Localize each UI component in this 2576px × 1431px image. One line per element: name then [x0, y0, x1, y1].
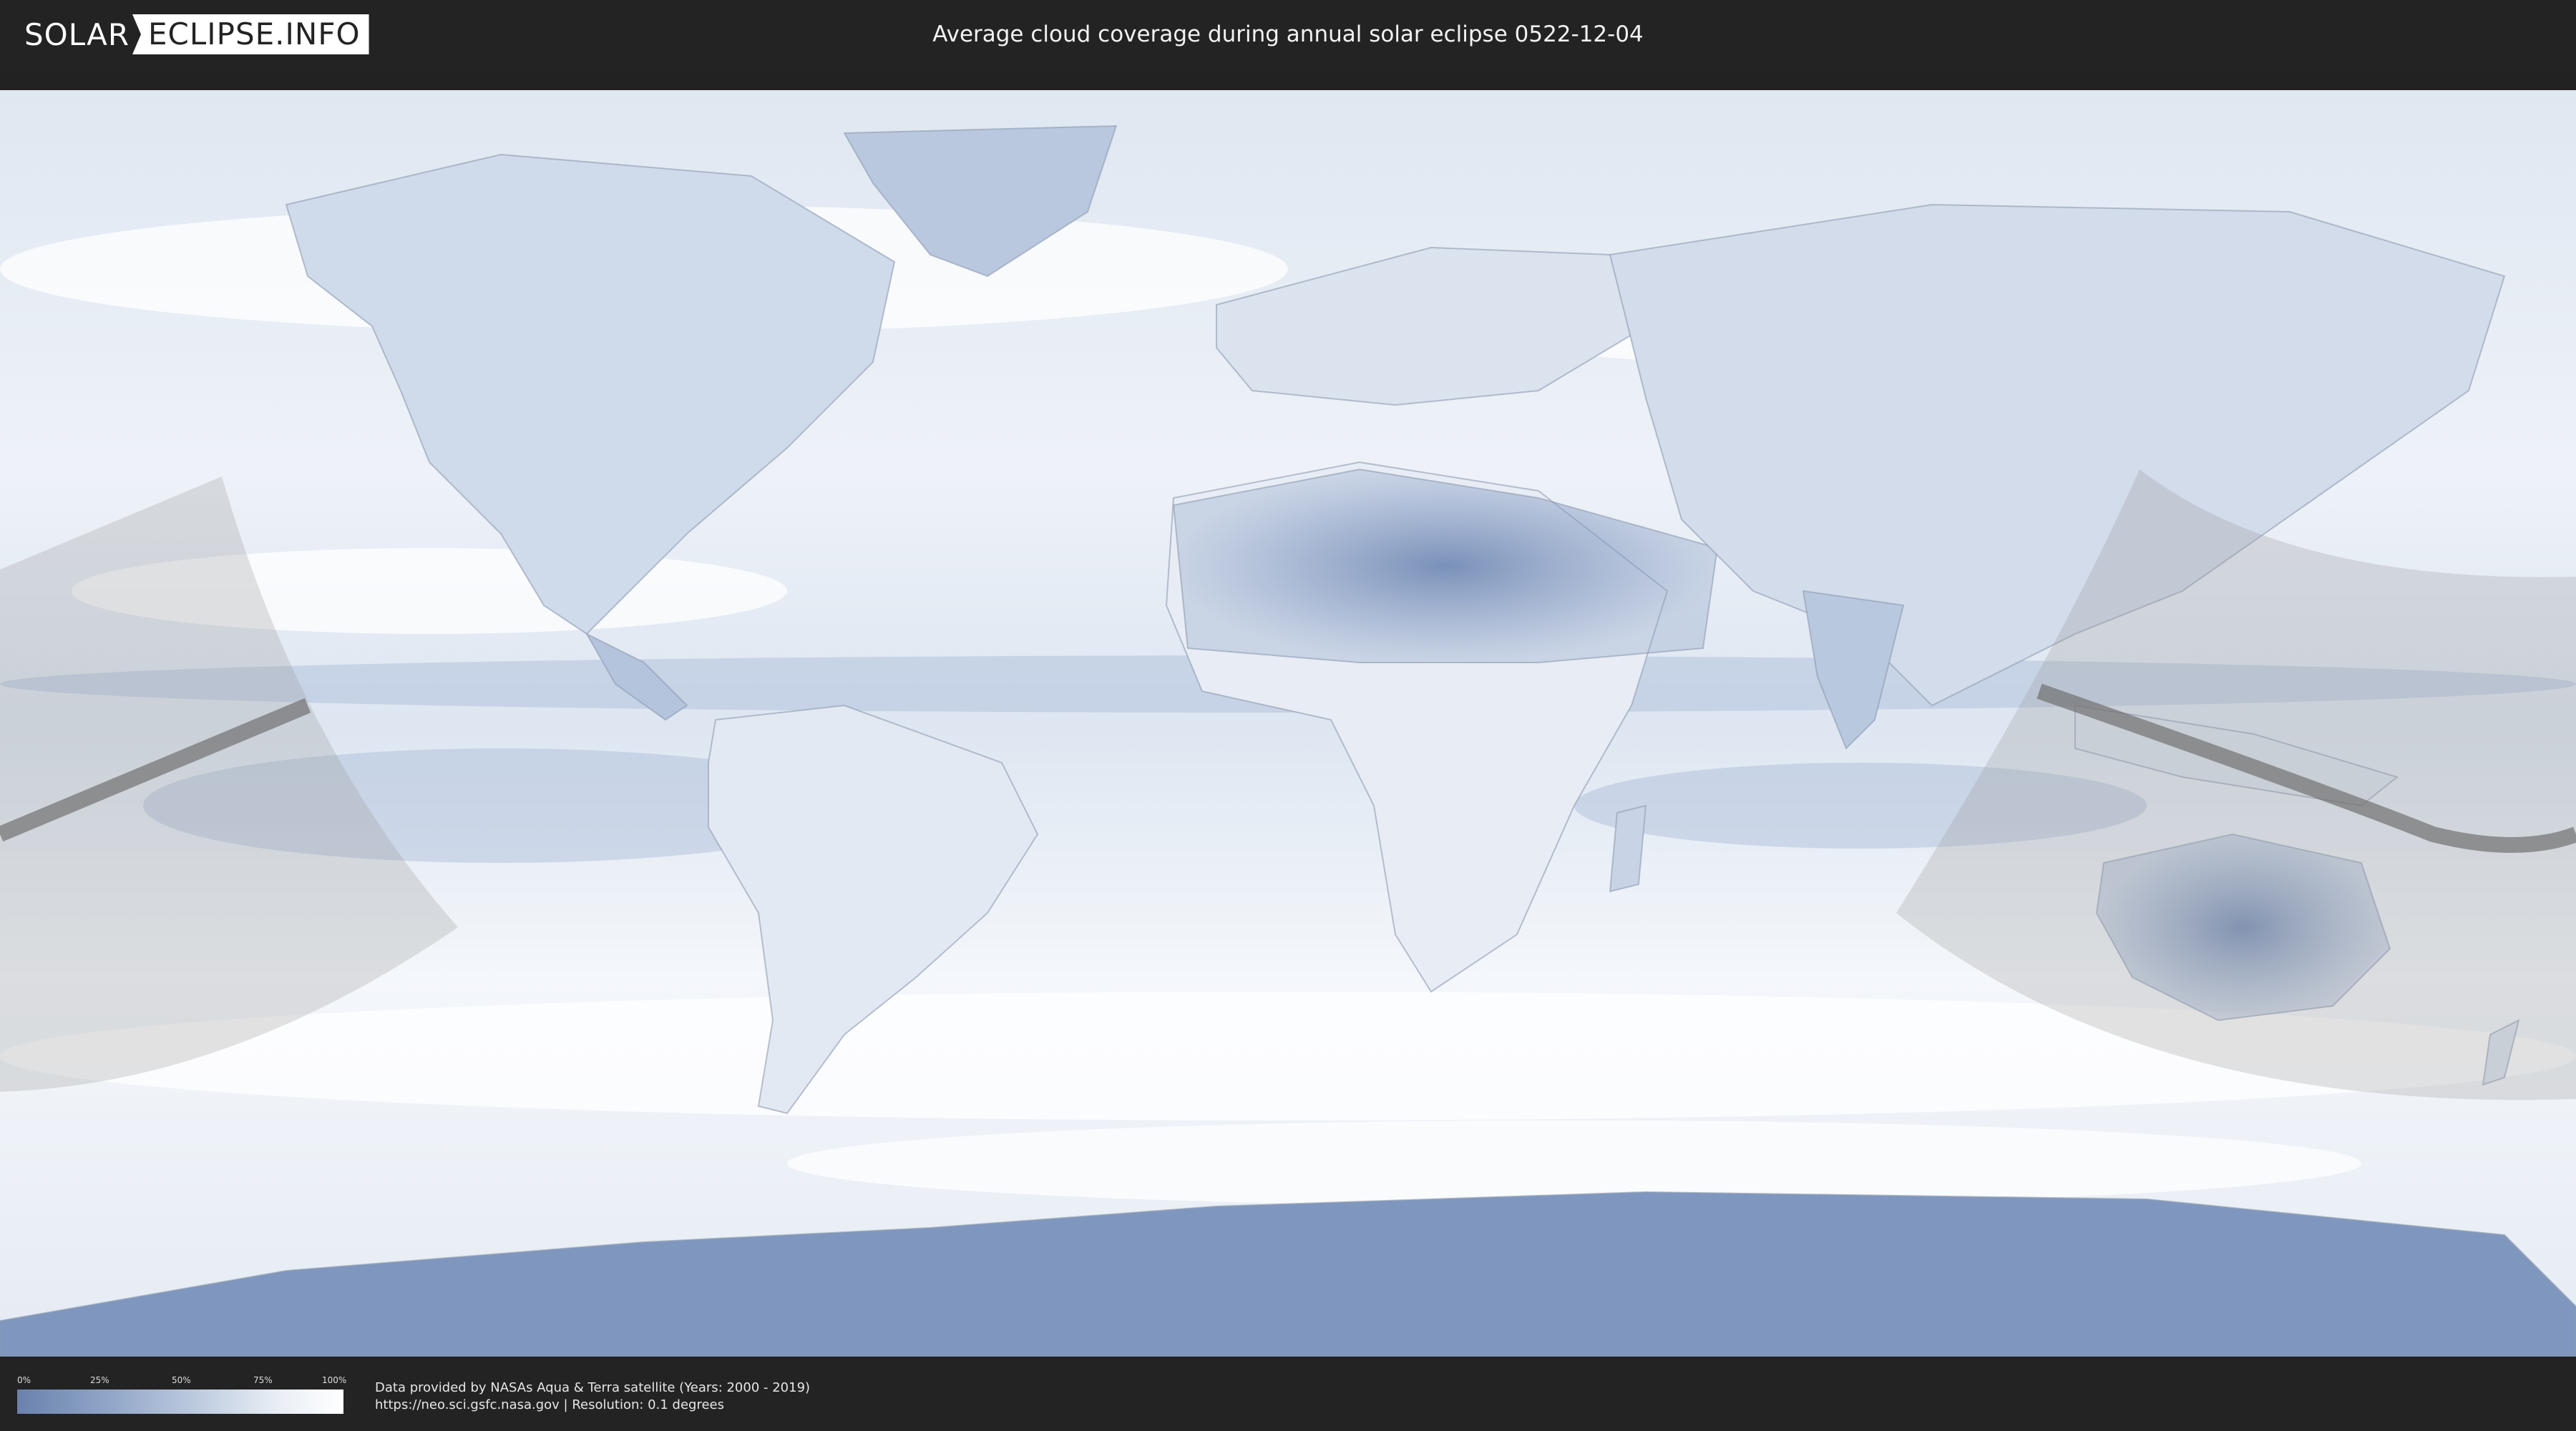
world-map-graphic — [0, 90, 2576, 1357]
legend-tick-labels: 0% 25% 50% 75% 100% — [17, 1375, 347, 1385]
map-title: Average cloud coverage during annual sol… — [932, 21, 1644, 47]
data-credits: Data provided by NASAs Aqua & Terra sate… — [375, 1379, 810, 1414]
credit-line-url[interactable]: https://neo.sci.gsfc.nasa.gov | Resoluti… — [375, 1397, 810, 1414]
legend-color-scale — [17, 1390, 343, 1414]
cloud-coverage-map — [0, 90, 2576, 1357]
cloud-coverage-legend: 0% 25% 50% 75% 100% — [17, 1375, 347, 1414]
credit-line-source: Data provided by NASAs Aqua & Terra sate… — [375, 1380, 811, 1395]
legend-tick-75: 75% — [253, 1375, 273, 1385]
legend-tick-100: 100% — [322, 1375, 347, 1385]
header-bar: SOLAR ECLIPSE.INFO Average cloud coverag… — [0, 0, 2576, 72]
legend-tick-0: 0% — [17, 1375, 31, 1385]
legend-tick-50: 50% — [172, 1375, 191, 1385]
footer-bar: 0% 25% 50% 75% 100% Data provided by NAS… — [0, 1359, 2576, 1431]
legend-tick-25: 25% — [90, 1375, 109, 1385]
